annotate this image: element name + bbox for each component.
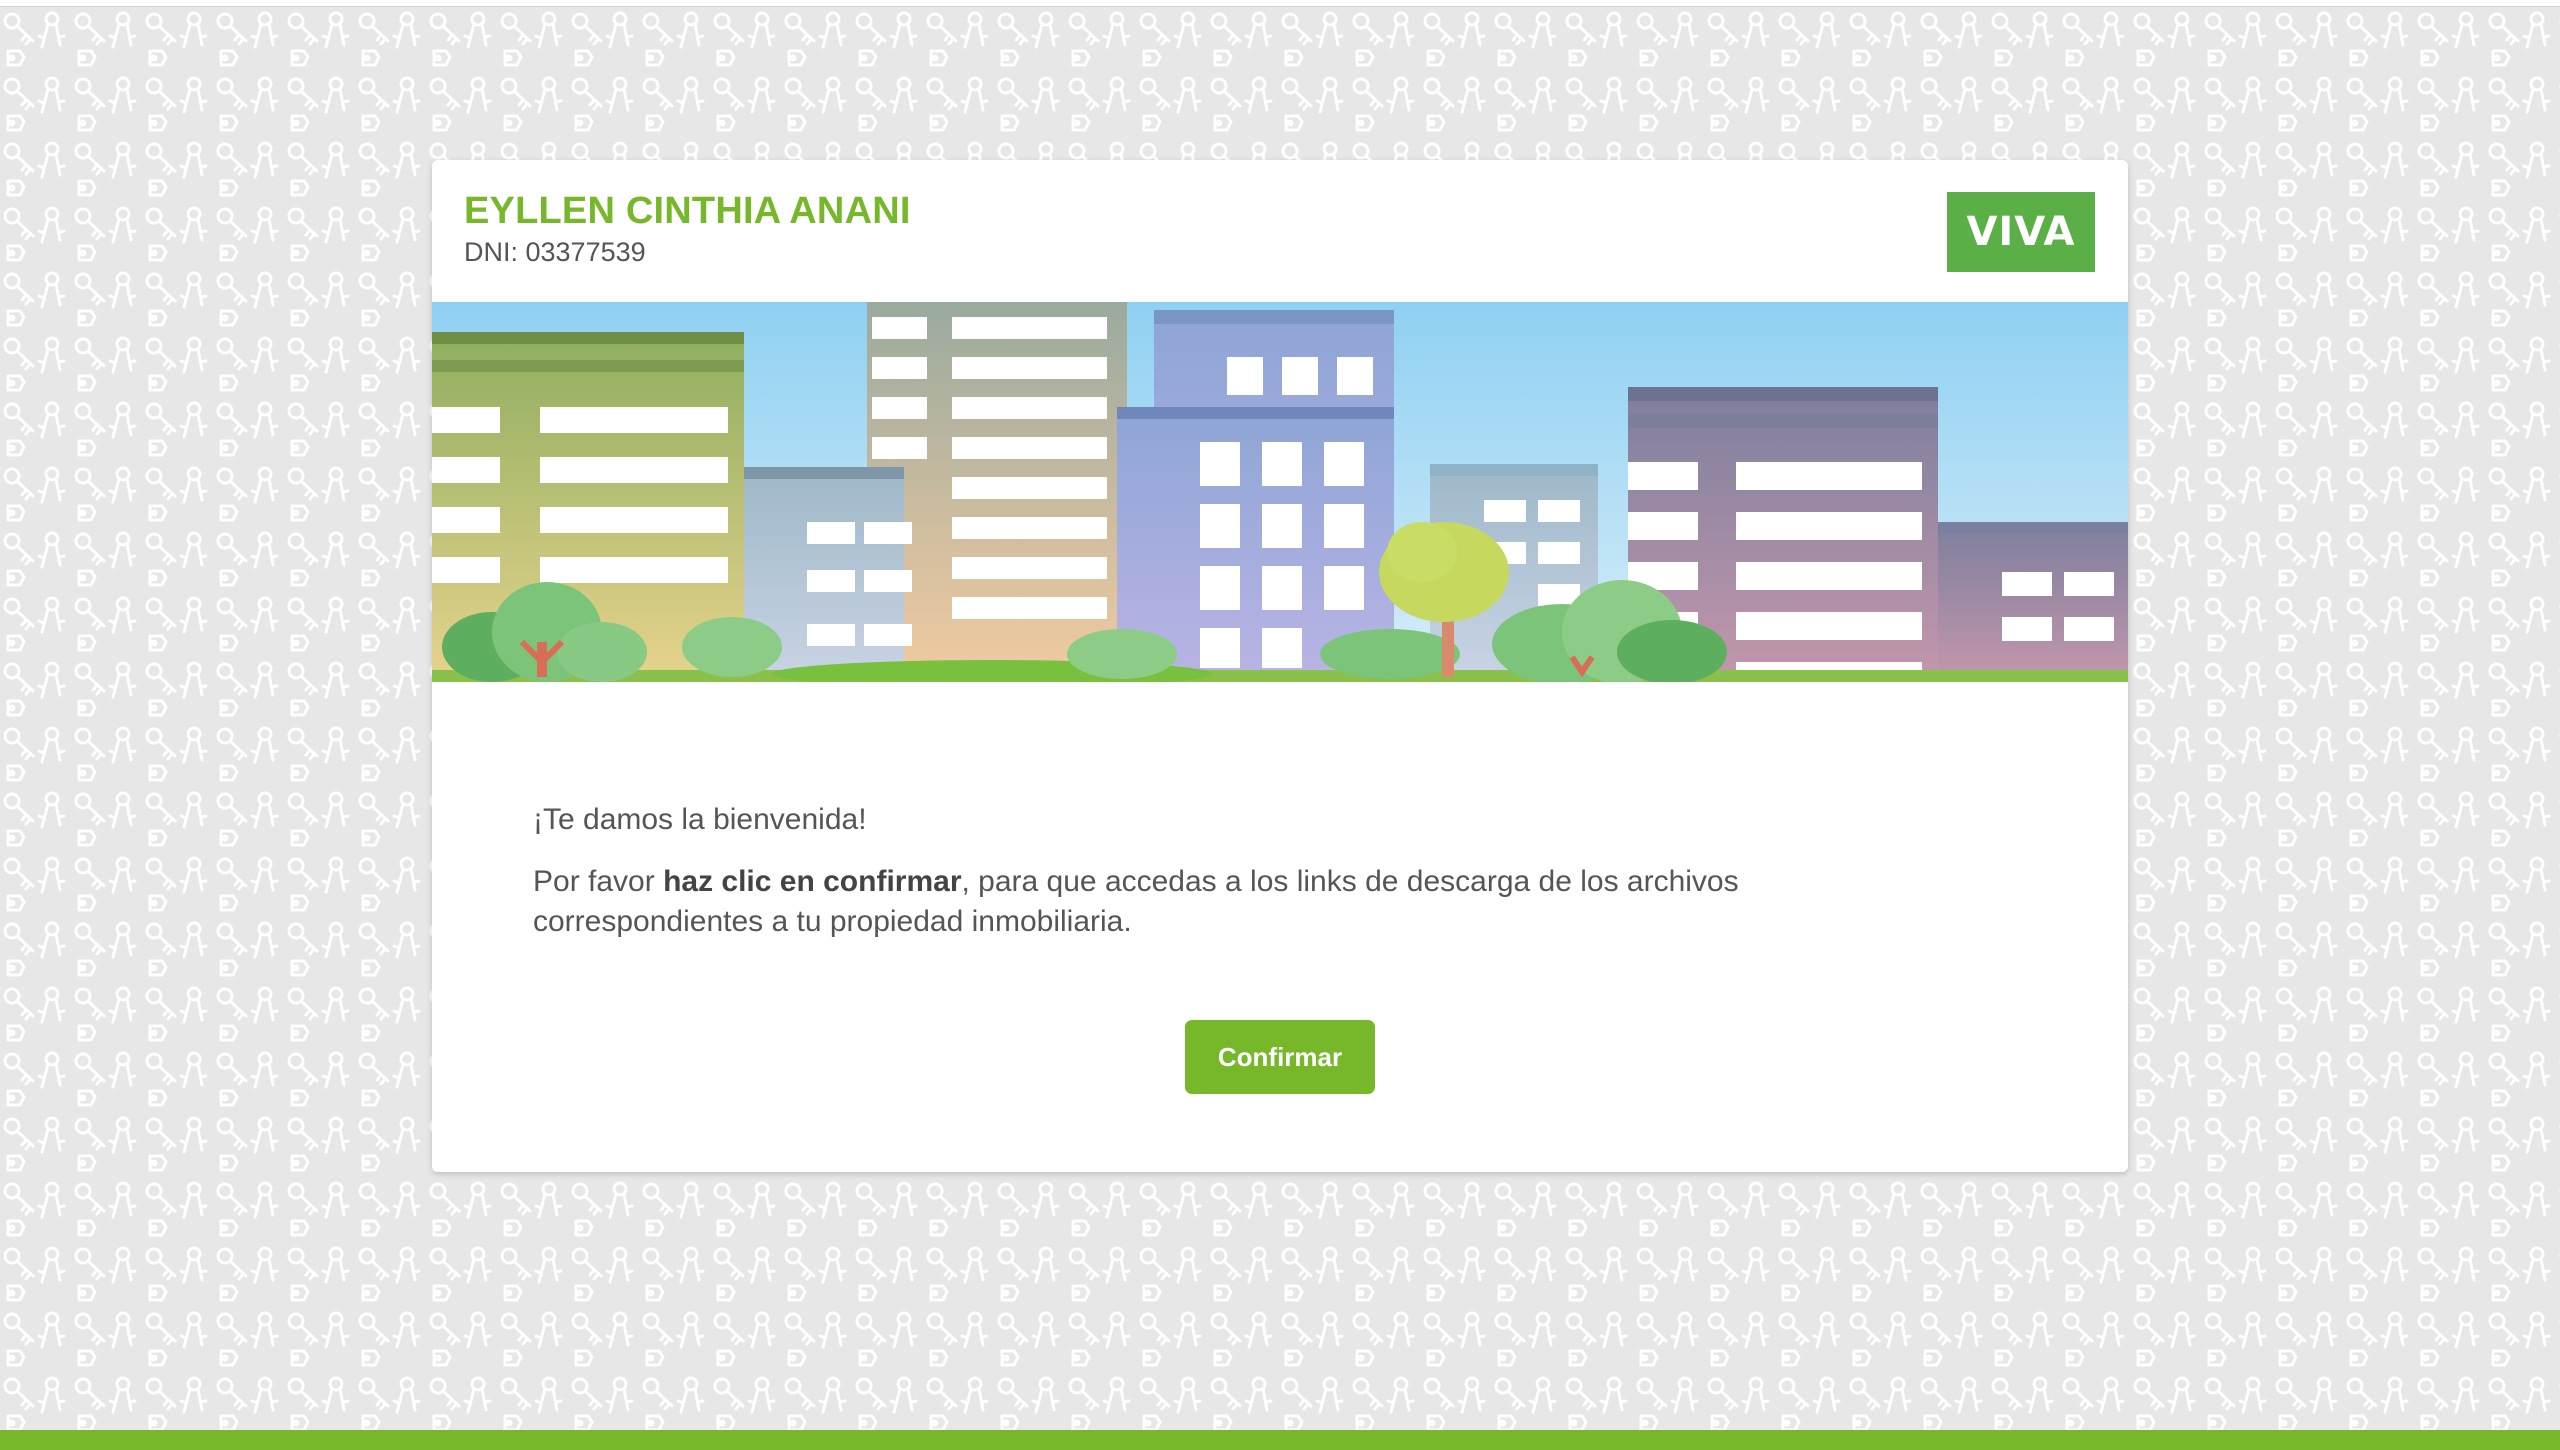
owner-dni: DNI: 03377539 [464, 237, 646, 267]
city-illustration-banner [432, 302, 2128, 682]
top-border [0, 0, 2560, 7]
confirm-button[interactable]: Confirmar [1185, 1020, 1375, 1094]
message-prefix: Por favor [533, 865, 664, 898]
page: EYLLEN CINTHIA ANANI DNI: 03377539 VIVA [0, 0, 2560, 1450]
footer-bar [0, 1430, 2560, 1450]
instruction-message: Por favor haz clic en confirmar, para qu… [533, 862, 1833, 942]
welcome-content: ¡Te damos la bienvenida! Por favor haz c… [533, 800, 1833, 942]
viva-logo: VIVA [1947, 192, 2095, 272]
card-header: EYLLEN CINTHIA ANANI DNI: 03377539 VIVA [432, 160, 2128, 302]
owner-name: EYLLEN CINTHIA ANANI [464, 190, 911, 232]
welcome-message: ¡Te damos la bienvenida! [533, 803, 867, 836]
message-bold: haz clic en confirmar [663, 865, 962, 898]
